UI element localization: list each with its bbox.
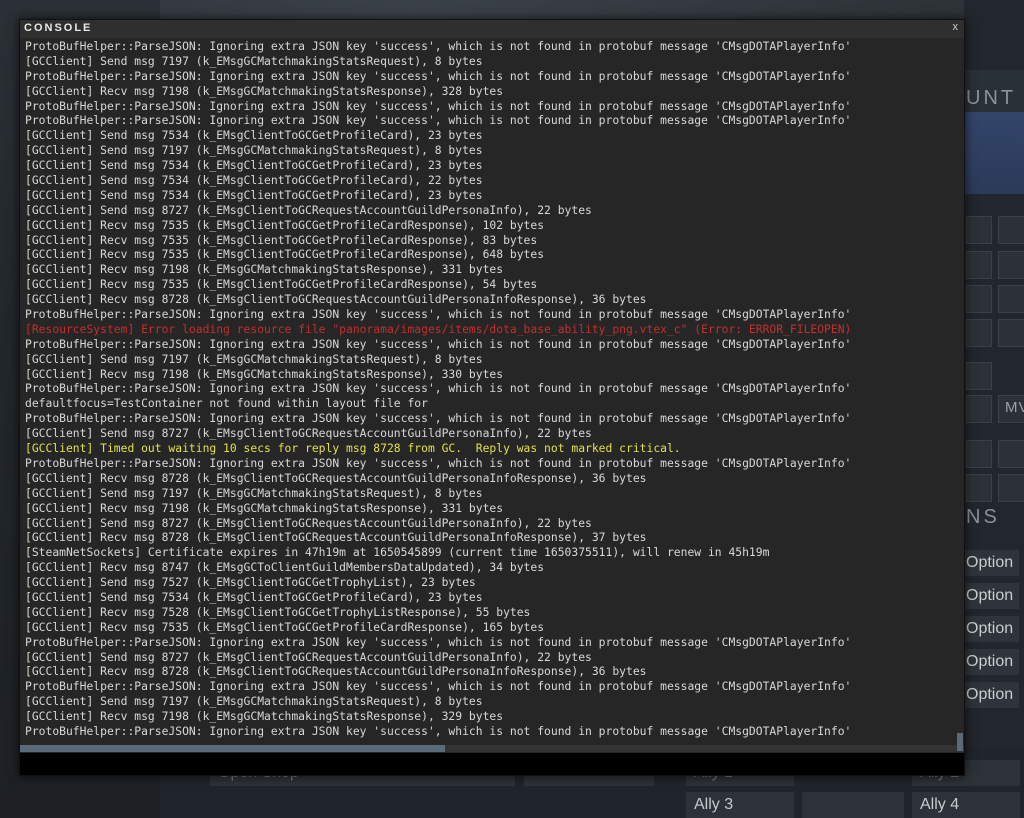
background-box <box>998 319 1024 347</box>
console-titlebar[interactable]: CONSOLE x <box>20 20 964 38</box>
background-right-banner <box>964 112 1024 194</box>
background-box <box>966 440 992 468</box>
background-slot[interactable] <box>802 792 904 818</box>
log-line: [GCClient] Recv msg 7535 (k_EMsgClientTo… <box>25 247 545 262</box>
ally-3-button[interactable]: Ally 3 <box>686 792 794 818</box>
log-line: [GCClient] Send msg 8727 (k_EMsgClientTo… <box>25 202 592 217</box>
log-line: [GCClient] Send msg 8727 (k_EMsgClientTo… <box>25 426 592 441</box>
log-line: [GCClient] Send msg 7197 (k_EMsgGCMatchm… <box>25 53 483 68</box>
background-heading: UNT <box>966 87 1017 109</box>
log-line: [GCClient] Recv msg 7198 (k_EMsgGCMatchm… <box>25 366 504 381</box>
background-box <box>998 474 1024 502</box>
console-command-input[interactable] <box>20 753 964 775</box>
log-line: ProtoBufHelper::ParseJSON: Ignoring extr… <box>25 39 852 53</box>
background-box <box>966 474 992 502</box>
console-log[interactable]: ProtoBufHelper::ParseJSON: Ignoring extr… <box>25 39 963 744</box>
log-line: ProtoBufHelper::ParseJSON: Ignoring extr… <box>25 307 852 322</box>
log-line: [GCClient] Send msg 7197 (k_EMsgGCMatchm… <box>25 143 483 158</box>
log-line: [GCClient] Send msg 7197 (k_EMsgGCMatchm… <box>25 485 483 500</box>
log-line: ProtoBufHelper::ParseJSON: Ignoring extr… <box>25 679 852 694</box>
log-line: [GCClient] Recv msg 8728 (k_EMsgClientTo… <box>25 530 647 545</box>
horizontal-scrollbar-thumb[interactable] <box>20 745 445 752</box>
log-line: [GCClient] Recv msg 7528 (k_EMsgClientTo… <box>25 604 531 619</box>
log-line: [GCClient] Send msg 7197 (k_EMsgGCMatchm… <box>25 351 483 366</box>
log-line: [GCClient] Timed out waiting 10 secs for… <box>25 441 681 456</box>
background-box <box>966 285 992 313</box>
log-line: [GCClient] Recv msg 7535 (k_EMsgClientTo… <box>25 619 545 634</box>
log-line: [ResourceSystem] Error loading resource … <box>25 321 852 336</box>
log-line: [GCClient] Recv msg 7198 (k_EMsgGCMatchm… <box>25 500 504 515</box>
background-mv-label: MV <box>1005 399 1024 416</box>
log-line: [GCClient] Send msg 7527 (k_EMsgClientTo… <box>25 575 476 590</box>
background-box <box>966 251 992 279</box>
log-line: [GCClient] Recv msg 8747 (k_EMsgGCToClie… <box>25 560 545 575</box>
background-box <box>966 319 992 347</box>
log-line: ProtoBufHelper::ParseJSON: Ignoring extr… <box>25 723 852 738</box>
option-8-button[interactable]: Option 8 <box>964 649 1019 675</box>
log-line: [GCClient] Recv msg 7535 (k_EMsgClientTo… <box>25 277 538 292</box>
horizontal-scrollbar[interactable] <box>20 745 964 752</box>
log-line: [GCClient] Send msg 7534 (k_EMsgClientTo… <box>25 187 483 202</box>
log-line: ProtoBufHelper::ParseJSON: Ignoring extr… <box>25 411 852 426</box>
log-line: [GCClient] Send msg 7534 (k_EMsgClientTo… <box>25 173 483 188</box>
log-line: ProtoBufHelper::ParseJSON: Ignoring extr… <box>25 455 852 470</box>
log-line: [GCClient] Recv msg 8728 (k_EMsgClientTo… <box>25 664 647 679</box>
option-6-button[interactable]: Option 6 <box>964 616 1019 642</box>
log-line: [GCClient] Recv msg 7198 (k_EMsgGCMatchm… <box>25 83 504 98</box>
log-line: [GCClient] Recv msg 7198 (k_EMsgGCMatchm… <box>25 709 504 724</box>
vertical-scrollbar-thumb[interactable] <box>957 733 963 751</box>
background-box <box>966 395 992 423</box>
log-line: [GCClient] Recv msg 7535 (k_EMsgClientTo… <box>25 232 538 247</box>
log-line: ProtoBufHelper::ParseJSON: Ignoring extr… <box>25 381 852 396</box>
log-line: ProtoBufHelper::ParseJSON: Ignoring extr… <box>25 336 852 351</box>
background-box <box>966 362 992 390</box>
log-line: ProtoBufHelper::ParseJSON: Ignoring extr… <box>25 634 852 649</box>
background-box <box>998 251 1024 279</box>
console-window[interactable]: CONSOLE x ProtoBufHelper::ParseJSON: Ign… <box>19 19 965 776</box>
option-10-button[interactable]: Option 10 <box>964 682 1019 708</box>
background-box <box>998 285 1024 313</box>
option-2-button[interactable]: Option 2 <box>964 550 1019 576</box>
log-line: [GCClient] Recv msg 7535 (k_EMsgClientTo… <box>25 217 545 232</box>
log-line: [GCClient] Send msg 7534 (k_EMsgClientTo… <box>25 589 483 604</box>
log-line: ProtoBufHelper::ParseJSON: Ignoring extr… <box>25 98 852 113</box>
log-line: [GCClient] Send msg 8727 (k_EMsgClientTo… <box>25 649 592 664</box>
log-line: [GCClient] Recv msg 8728 (k_EMsgClientTo… <box>25 470 647 485</box>
log-line: [GCClient] Send msg 7534 (k_EMsgClientTo… <box>25 128 483 143</box>
log-line: ProtoBufHelper::ParseJSON: Ignoring extr… <box>25 113 852 128</box>
background-box <box>998 440 1024 468</box>
close-icon[interactable]: x <box>953 21 959 33</box>
log-line: [GCClient] Send msg 7534 (k_EMsgClientTo… <box>25 158 483 173</box>
background-box <box>966 216 992 244</box>
console-title: CONSOLE <box>24 22 93 34</box>
background-section-heading: NS <box>966 506 1000 528</box>
log-line: [GCClient] Recv msg 7198 (k_EMsgGCMatchm… <box>25 262 504 277</box>
log-line: ProtoBufHelper::ParseJSON: Ignoring extr… <box>25 68 852 83</box>
log-line: [SteamNetSockets] Certificate expires in… <box>25 545 770 560</box>
log-line: [GCClient] Send msg 8727 (k_EMsgClientTo… <box>25 515 592 530</box>
ally-4-button[interactable]: Ally 4 <box>912 792 1020 818</box>
log-line: defaultfocus=TestContainer not found wit… <box>25 396 428 411</box>
background-box <box>998 216 1024 244</box>
option-4-button[interactable]: Option 4 <box>964 583 1019 609</box>
log-line: [GCClient] Send msg 7197 (k_EMsgGCMatchm… <box>25 694 483 709</box>
log-line: [GCClient] Recv msg 8728 (k_EMsgClientTo… <box>25 292 647 307</box>
